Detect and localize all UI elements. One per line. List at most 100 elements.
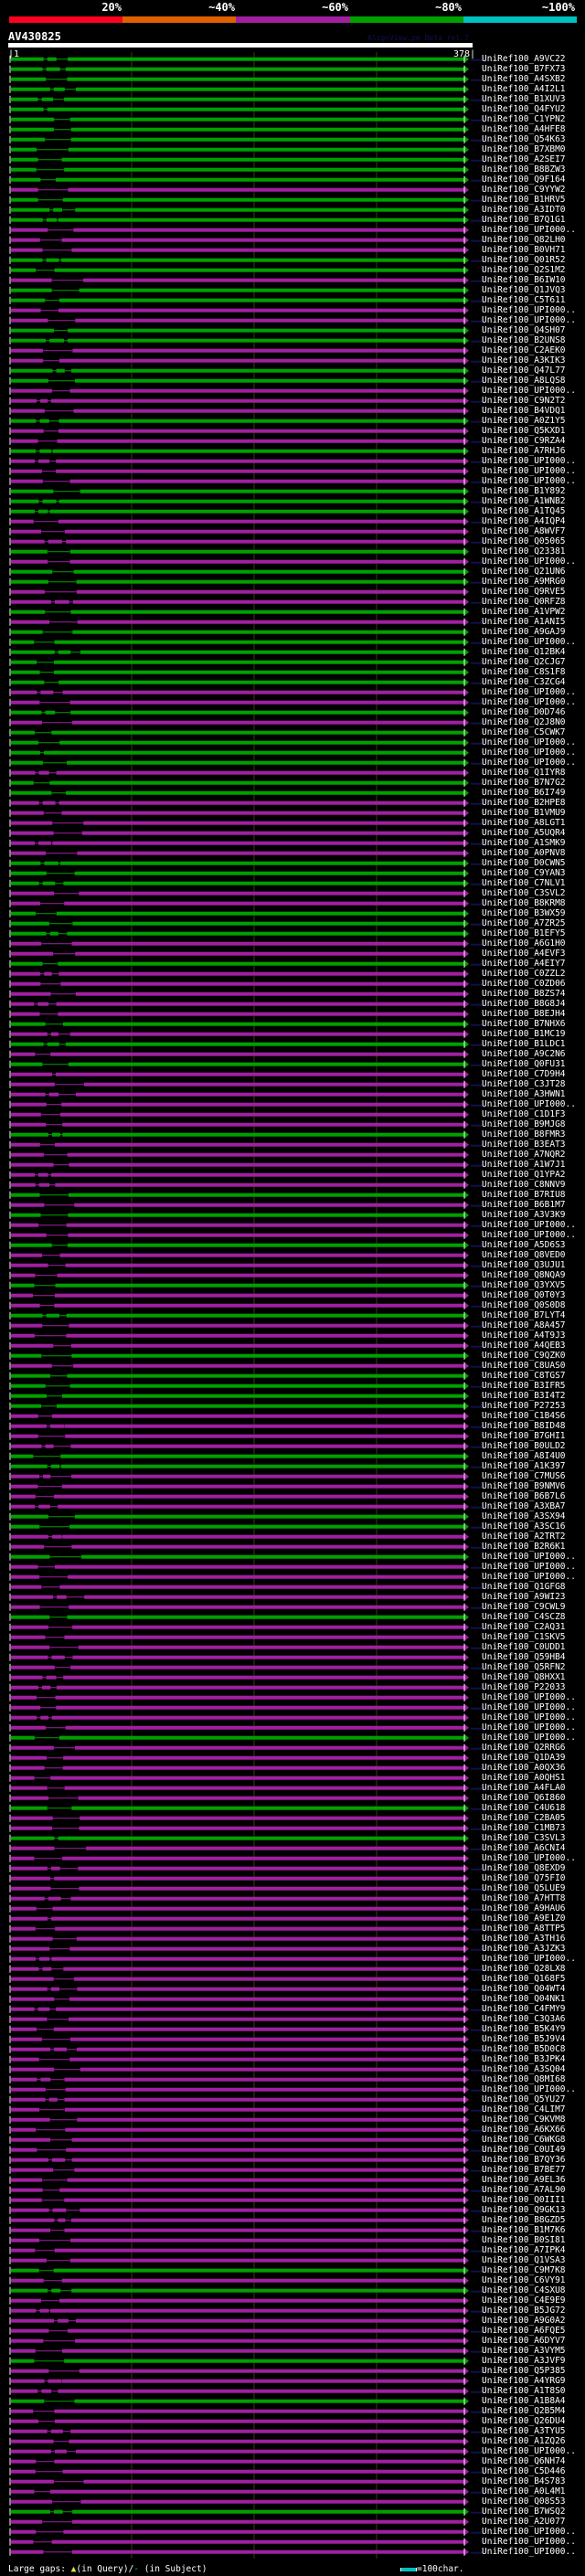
hit-label[interactable]: UniRef100_A5UQR4	[482, 828, 566, 838]
hit-label[interactable]: UniRef100_Q4SH07	[482, 325, 566, 335]
hit-label[interactable]: UniRef100_UPI000..	[482, 1692, 576, 1702]
hit-label[interactable]: UniRef100_B7BE77	[482, 2165, 566, 2175]
hit-label[interactable]: UniRef100_Q26DU4	[482, 2416, 566, 2426]
hit-label[interactable]: UniRef100_A3XBA7	[482, 1501, 566, 1511]
hit-label[interactable]: UniRef100_Q8HXX1	[482, 1672, 566, 1682]
hit-label[interactable]: UniRef100_B5JG72	[482, 2306, 566, 2316]
hit-label[interactable]: UniRef100_Q0FU31	[482, 1059, 566, 1069]
hit-label[interactable]: UniRef100_UPI000..	[482, 1702, 576, 1712]
hit-label[interactable]: UniRef100_B3EAT3	[482, 1140, 566, 1150]
hit-label[interactable]: UniRef100_Q1GFG8	[482, 1582, 566, 1592]
hit-label[interactable]: UniRef100_Q59HB4	[482, 1652, 566, 1662]
hit-label[interactable]: UniRef100_A3TYU5	[482, 2426, 566, 2436]
hit-label[interactable]: UniRef100_UPI000..	[482, 1712, 576, 1723]
hit-label[interactable]: UniRef100_A1VPW2	[482, 607, 566, 617]
hit-label[interactable]: UniRef100_B8EJH4	[482, 1009, 566, 1019]
hit-label[interactable]: UniRef100_B3I4T2	[482, 1391, 566, 1401]
hit-label[interactable]: UniRef100_Q82LH0	[482, 235, 566, 245]
hit-label[interactable]: UniRef100_B1XUV3	[482, 94, 566, 104]
hit-label[interactable]: UniRef100_A1W7J1	[482, 1160, 566, 1170]
hit-label[interactable]: UniRef100_P22033	[482, 1682, 566, 1692]
hit-label[interactable]: UniRef100_UPI000..	[482, 1562, 576, 1572]
hit-label[interactable]: UniRef100_A8LGT1	[482, 818, 566, 828]
hit-label[interactable]: UniRef100_B7RIU8	[482, 1190, 566, 1200]
hit-label[interactable]: UniRef100_C8S1F8	[482, 667, 566, 677]
hit-label[interactable]: UniRef100_A4SXB2	[482, 74, 566, 84]
hit-label[interactable]: UniRef100_UPI000..	[482, 758, 576, 768]
hit-label[interactable]: UniRef100_A0L4M1	[482, 2486, 566, 2496]
hit-label[interactable]: UniRef100_Q4FYU2	[482, 104, 566, 114]
hit-label[interactable]: UniRef100_B7Q1G1	[482, 215, 566, 225]
hit-label[interactable]: UniRef100_B1EFY5	[482, 928, 566, 938]
hit-label[interactable]: UniRef100_B7XBM0	[482, 144, 566, 154]
hit-label[interactable]: UniRef100_C4FMY9	[482, 2004, 566, 2014]
hit-label[interactable]: UniRef100_C6VY91	[482, 2275, 566, 2285]
hit-label[interactable]: UniRef100_Q6I860	[482, 1793, 566, 1803]
hit-label[interactable]: UniRef100_A8A457	[482, 1320, 566, 1330]
hit-label[interactable]: UniRef100_A8WVF7	[482, 526, 566, 536]
hit-label[interactable]: UniRef100_A4IQP4	[482, 516, 566, 526]
hit-label[interactable]: UniRef100_B1Y892	[482, 486, 566, 496]
hit-label[interactable]: UniRef100_UPI000..	[482, 1853, 576, 1863]
hit-label[interactable]: UniRef100_UPI000..	[482, 466, 576, 476]
hit-label[interactable]: UniRef100_Q05065	[482, 536, 566, 546]
hit-label[interactable]: UniRef100_Q168F5	[482, 1974, 566, 1984]
hit-label[interactable]: UniRef100_Q21UN6	[482, 567, 566, 577]
hit-label[interactable]: UniRef100_B1VMU9	[482, 808, 566, 818]
hit-label[interactable]: UniRef100_A0PNV8	[482, 848, 566, 858]
hit-label[interactable]: UniRef100_A4I2L1	[482, 84, 566, 94]
hit-label[interactable]: UniRef100_Q75FI0	[482, 1873, 566, 1883]
hit-label[interactable]: UniRef100_Q47L77	[482, 366, 566, 376]
hit-label[interactable]: UniRef100_UPI000..	[482, 1733, 576, 1743]
hit-label[interactable]: UniRef100_C1MB73	[482, 1823, 566, 1833]
hit-label[interactable]: UniRef100_A0QX36	[482, 1763, 566, 1773]
hit-label[interactable]: UniRef100_UPI000..	[482, 697, 576, 707]
hit-label[interactable]: UniRef100_A1WNB2	[482, 496, 566, 506]
hit-label[interactable]: UniRef100_B7WSQ2	[482, 2507, 566, 2517]
hit-label[interactable]: UniRef100_A3JZK3	[482, 1944, 566, 1954]
hit-label[interactable]: UniRef100_Q04WT4	[482, 1984, 566, 1994]
hit-label[interactable]: UniRef100_B6IW10	[482, 275, 566, 285]
hit-label[interactable]: UniRef100_A3HWN1	[482, 1089, 566, 1099]
hit-label[interactable]: UniRef100_Q5RFN2	[482, 1662, 566, 1672]
hit-label[interactable]: UniRef100_P27253	[482, 1401, 566, 1411]
hit-label[interactable]: UniRef100_Q5LUE9	[482, 1883, 566, 1893]
hit-label[interactable]: UniRef100_UPI000..	[482, 1099, 576, 1109]
hit-label[interactable]: UniRef100_UPI000..	[482, 1572, 576, 1582]
hit-label[interactable]: UniRef100_C8NNV9	[482, 1180, 566, 1190]
hit-label[interactable]: UniRef100_B6B7L6	[482, 1491, 566, 1501]
hit-label[interactable]: UniRef100_A9VC22	[482, 54, 566, 64]
hit-label[interactable]: UniRef100_C5CWK7	[482, 727, 566, 737]
hit-label[interactable]: UniRef100_UPI000..	[482, 1220, 576, 1230]
hit-label[interactable]: UniRef100_A3V3K9	[482, 1210, 566, 1220]
hit-label[interactable]: UniRef100_UPI000..	[482, 2527, 576, 2537]
hit-label[interactable]: UniRef100_A3VYM5	[482, 2346, 566, 2356]
hit-label[interactable]: UniRef100_UPI000..	[482, 1230, 576, 1240]
hit-label[interactable]: UniRef100_C9CWL9	[482, 1602, 566, 1612]
hit-label[interactable]: UniRef100_C2BA05	[482, 1813, 566, 1823]
hit-label[interactable]: UniRef100_UPI000..	[482, 637, 576, 647]
hit-label[interactable]: UniRef100_UPI000..	[482, 557, 576, 567]
hit-label[interactable]: UniRef100_B1M7K6	[482, 2225, 566, 2235]
hit-label[interactable]: UniRef100_Q3YXV5	[482, 1280, 566, 1290]
hit-label[interactable]: UniRef100_B0VH71	[482, 245, 566, 255]
hit-label[interactable]: UniRef100_B7LYT4	[482, 1310, 566, 1320]
hit-label[interactable]: UniRef100_Q5KXD1	[482, 426, 566, 436]
hit-label[interactable]: UniRef100_C3JT28	[482, 1079, 566, 1089]
hit-label[interactable]: UniRef100_B4S783	[482, 2476, 566, 2486]
hit-label[interactable]: UniRef100_B8FMR3	[482, 1129, 566, 1140]
hit-label[interactable]: UniRef100_Q2CJG7	[482, 657, 566, 667]
hit-label[interactable]: UniRef100_UPI000..	[482, 305, 576, 315]
hit-label[interactable]: UniRef100_UPI000..	[482, 1552, 576, 1562]
hit-label[interactable]: UniRef100_B9NMV6	[482, 1481, 566, 1491]
hit-label[interactable]: UniRef100_B9MJG8	[482, 1119, 566, 1129]
hit-label[interactable]: UniRef100_Q3UJU1	[482, 1260, 566, 1270]
hit-label[interactable]: UniRef100_B8BZW3	[482, 164, 566, 175]
hit-label[interactable]: UniRef100_A3JVF9	[482, 2356, 566, 2366]
hit-label[interactable]: UniRef100_C4U618	[482, 1803, 566, 1813]
hit-label[interactable]: UniRef100_Q1YPA2	[482, 1170, 566, 1180]
hit-label[interactable]: UniRef100_C5D446	[482, 2466, 566, 2476]
hit-label[interactable]: UniRef100_A3SX94	[482, 1511, 566, 1521]
hit-label[interactable]: UniRef100_A7HTT8	[482, 1893, 566, 1903]
hit-label[interactable]: UniRef100_A4HFE8	[482, 124, 566, 134]
